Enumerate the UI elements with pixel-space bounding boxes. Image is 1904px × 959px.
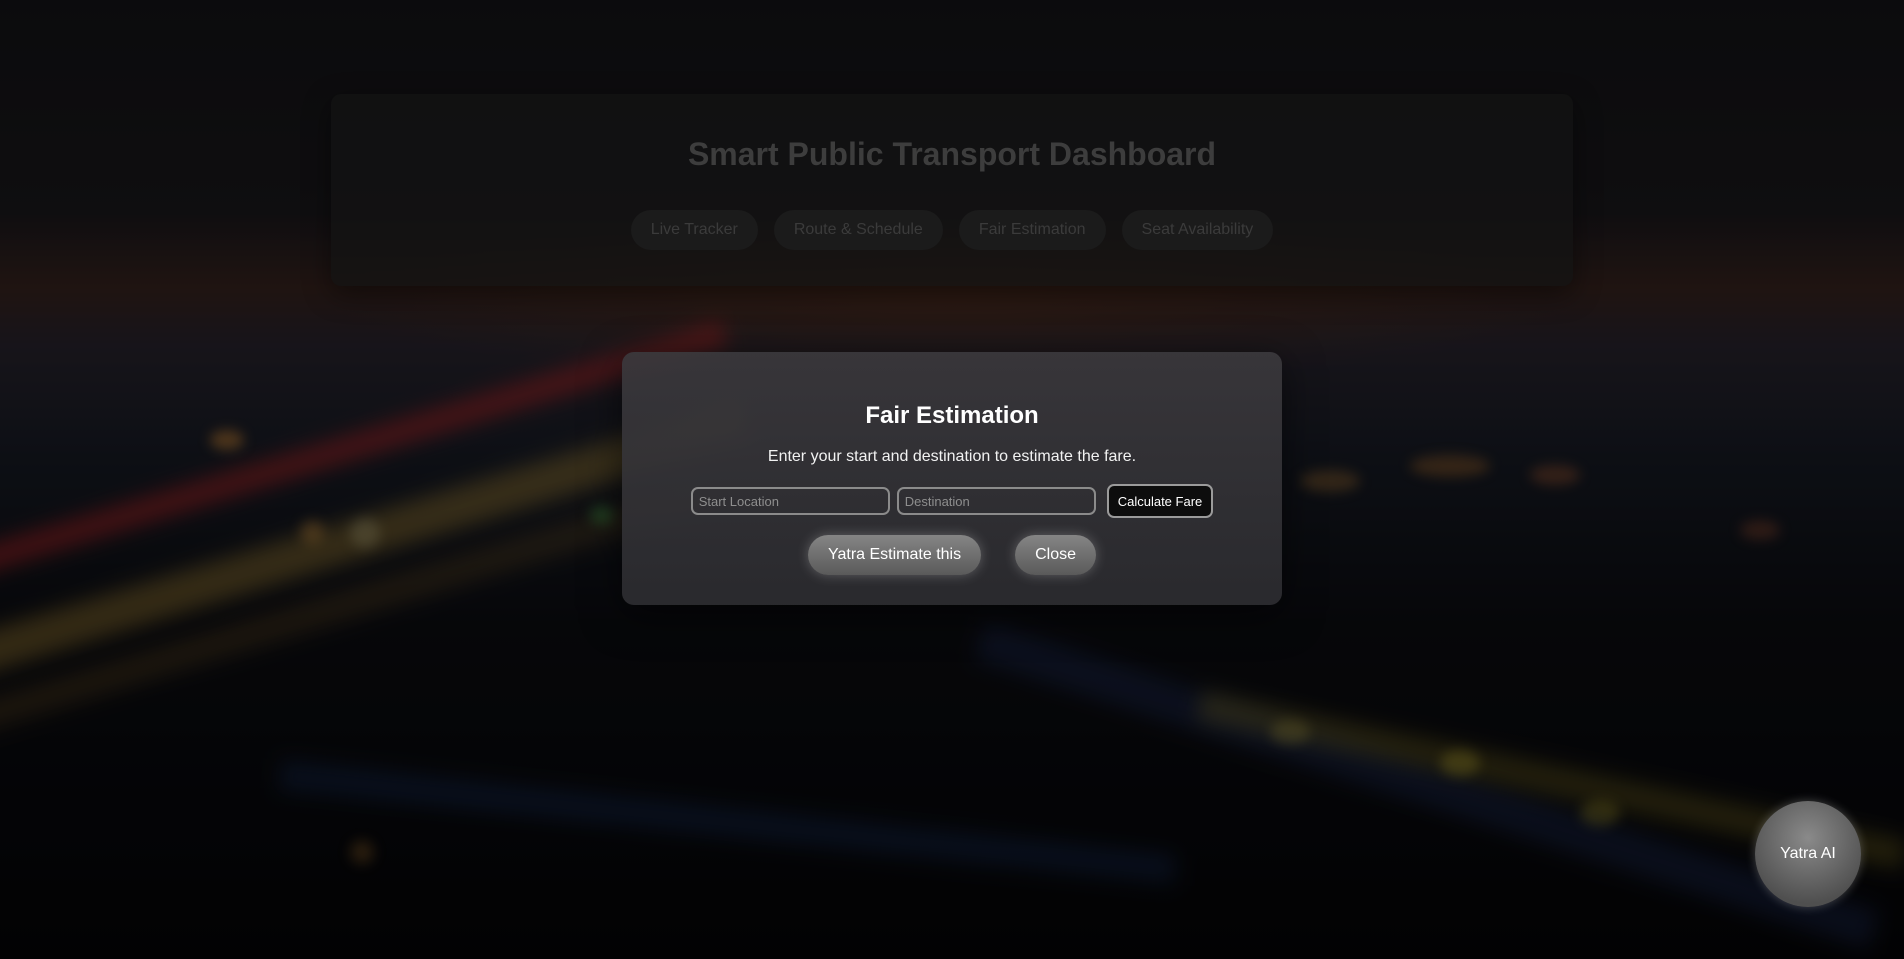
modal-description: Enter your start and destination to esti… [767,448,1137,465]
yatra-estimate-button[interactable]: Yatra Estimate this [808,535,982,575]
nav-route-schedule[interactable]: Route & Schedule [773,210,943,250]
nav-seat-availability[interactable]: Seat Availability [1121,210,1274,250]
nav-live-tracker[interactable]: Live Tracker [630,210,758,250]
nav-bar: Live Tracker Route & Schedule Fair Estim… [331,210,1573,250]
close-button[interactable]: Close [1015,535,1096,575]
fare-form: Calculate Fare [622,484,1282,518]
modal-title: Fair Estimation [865,402,1039,429]
start-location-input[interactable] [690,487,890,515]
dashboard-header: Smart Public Transport Dashboard Live Tr… [331,94,1573,286]
nav-fair-estimation[interactable]: Fair Estimation [958,210,1106,250]
page-title: Smart Public Transport Dashboard [687,136,1217,172]
destination-input[interactable] [896,487,1096,515]
yatra-ai-button[interactable]: Yatra AI [1755,801,1861,907]
calculate-fare-button[interactable]: Calculate Fare [1106,484,1214,518]
modal-actions: Yatra Estimate this Close [622,535,1282,575]
fare-estimation-modal: Fair Estimation Enter your start and des… [622,352,1282,605]
